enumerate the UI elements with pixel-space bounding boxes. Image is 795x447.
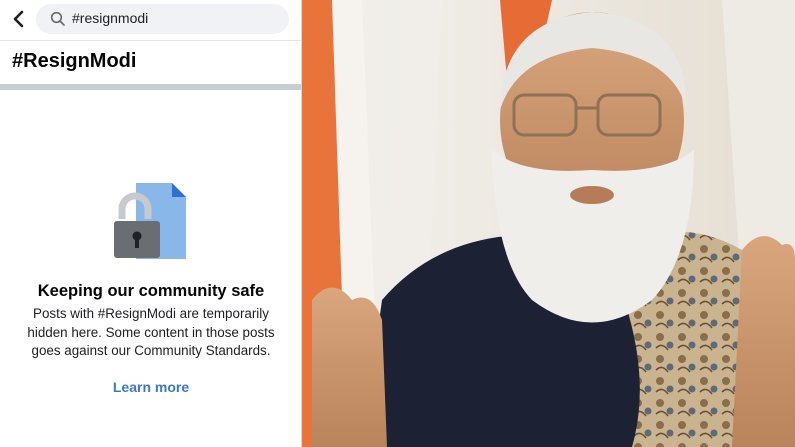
locked-document-icon [112,183,192,263]
search-header: #resignmodi [0,0,302,40]
search-input[interactable]: #resignmodi [36,4,289,34]
search-icon [50,11,66,27]
page-title: #ResignModi [12,50,137,72]
section-divider [0,84,302,90]
back-arrow-icon[interactable] [11,8,27,30]
learn-more-link[interactable]: Learn more [0,379,302,395]
notice-body: Posts with #ResignModi are temporarily h… [27,306,275,358]
search-query: #resignmodi [72,10,149,26]
notice-heading: Keeping our community safe [37,282,265,300]
divider [0,40,302,41]
portrait-photo [302,0,795,447]
phone-screenshot: #resignmodi #ResignModi Keeping our comm… [0,0,302,447]
